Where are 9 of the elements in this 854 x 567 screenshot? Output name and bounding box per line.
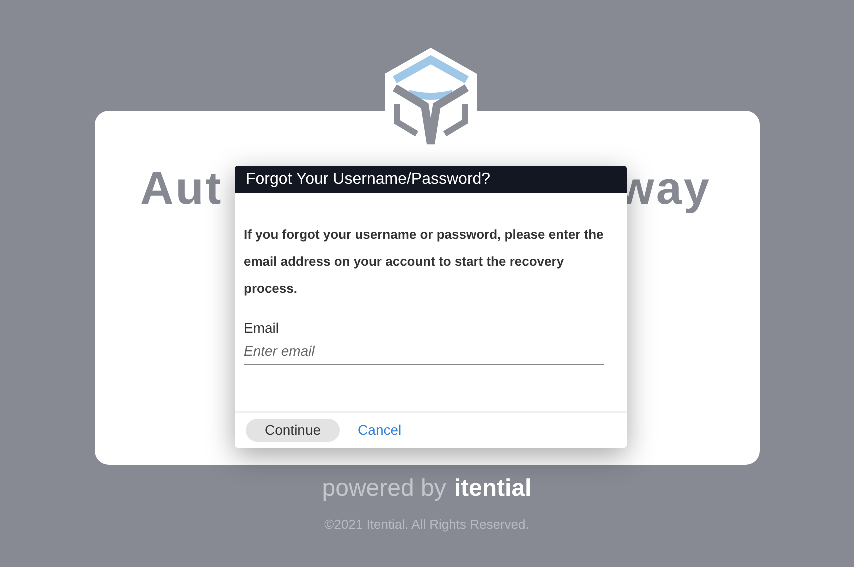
continue-button[interactable]: Continue — [246, 419, 340, 442]
brand-logo: itential — [454, 477, 532, 501]
powered-by-text: powered by — [322, 477, 446, 501]
email-field[interactable]: Enter email — [244, 341, 604, 365]
card-title: Aut — [140, 165, 224, 211]
dialog-message: If you forgot your username or password, please enter the email address on your account to start the recovery process. — [244, 226, 605, 298]
cancel-link[interactable]: Cancel — [350, 419, 410, 442]
email-label: Email — [244, 319, 280, 338]
dialog-title: Forgot Your Username/Password? — [246, 170, 491, 190]
